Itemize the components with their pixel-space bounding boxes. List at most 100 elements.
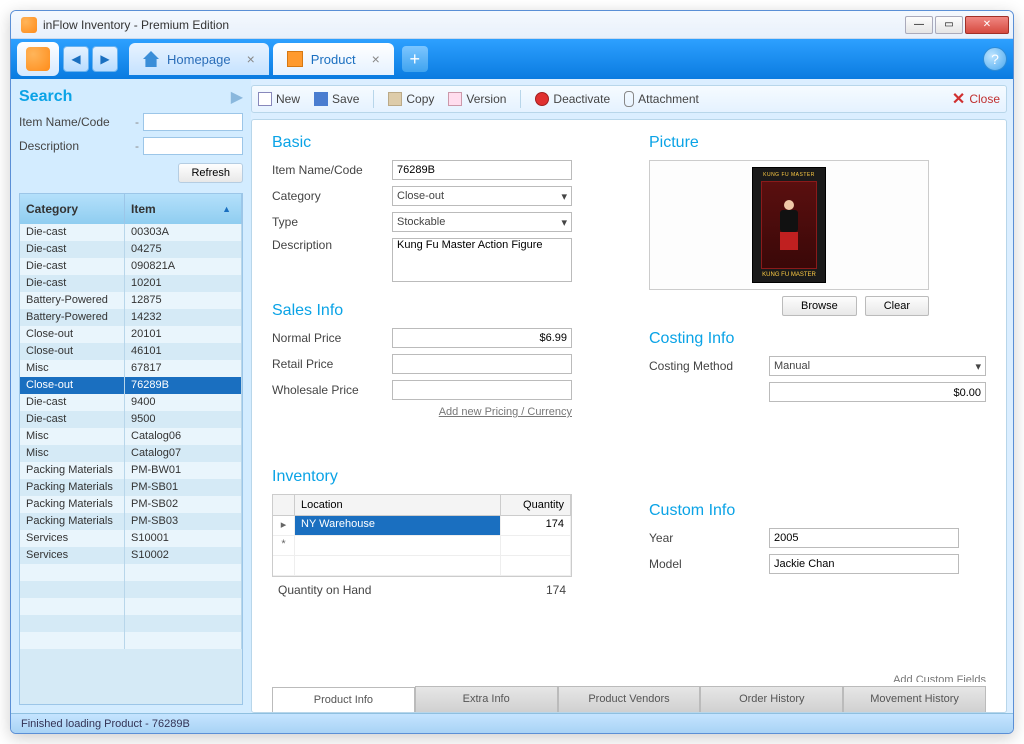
titlebar: inFlow Inventory - Premium Edition — ▭ ✕ bbox=[11, 11, 1013, 39]
new-button[interactable]: New bbox=[258, 92, 300, 106]
add-pricing-link[interactable]: Add new Pricing / Currency bbox=[272, 406, 572, 418]
search-desc-input[interactable] bbox=[143, 137, 243, 155]
close-window-button[interactable]: ✕ bbox=[965, 16, 1009, 34]
basic-title: Basic bbox=[272, 134, 609, 152]
qoh-label: Quantity on Hand bbox=[278, 583, 546, 597]
chevron-down-icon: ▾ bbox=[975, 360, 981, 373]
tab-product[interactable]: Product × bbox=[273, 43, 394, 75]
version-icon bbox=[448, 92, 462, 106]
nav-back-button[interactable]: ◀ bbox=[63, 46, 89, 72]
minimize-button[interactable]: — bbox=[905, 16, 933, 34]
table-row[interactable]: Packing MaterialsPM-SB02 bbox=[20, 496, 242, 513]
costing-title: Costing Info bbox=[649, 330, 986, 348]
attachment-button[interactable]: Attachment bbox=[624, 91, 699, 107]
app-menu-button[interactable] bbox=[17, 42, 59, 76]
table-row[interactable]: Die-cast9500 bbox=[20, 411, 242, 428]
category-select[interactable]: Close-out▾ bbox=[392, 186, 572, 206]
inventory-empty-row bbox=[273, 556, 571, 576]
ribbon: ◀ ▶ Homepage × Product × + ? bbox=[11, 39, 1013, 79]
copy-icon bbox=[388, 92, 402, 106]
col-location[interactable]: Location bbox=[295, 495, 501, 515]
product-icon bbox=[287, 51, 303, 67]
table-row[interactable]: Battery-Powered12875 bbox=[20, 292, 242, 309]
bottom-tab[interactable]: Movement History bbox=[843, 686, 986, 712]
toolbar: New Save Copy Version Deactivate Attachm… bbox=[251, 85, 1007, 113]
bottom-tab[interactable]: Product Info bbox=[272, 687, 415, 713]
normal-price-input[interactable] bbox=[392, 328, 572, 348]
table-row[interactable]: Die-cast10201 bbox=[20, 275, 242, 292]
table-row[interactable]: Die-cast00303A bbox=[20, 224, 242, 241]
inventory-new-row[interactable]: * bbox=[273, 536, 571, 556]
table-row[interactable]: ServicesS10002 bbox=[20, 547, 242, 564]
help-button[interactable]: ? bbox=[983, 47, 1007, 71]
table-row[interactable]: Die-cast04275 bbox=[20, 241, 242, 258]
maximize-button[interactable]: ▭ bbox=[935, 16, 963, 34]
save-button[interactable]: Save bbox=[314, 92, 359, 106]
search-item-label: Item Name/Code bbox=[19, 115, 131, 129]
search-title: Search bbox=[19, 88, 231, 106]
cost-value-input[interactable]: $0.00 bbox=[769, 382, 986, 402]
window-title: inFlow Inventory - Premium Edition bbox=[43, 18, 905, 32]
search-desc-label: Description bbox=[19, 139, 131, 153]
search-item-input[interactable] bbox=[143, 113, 243, 131]
home-icon bbox=[143, 51, 159, 67]
table-row[interactable]: Close-out20101 bbox=[20, 326, 242, 343]
table-row[interactable]: Packing MaterialsPM-BW01 bbox=[20, 462, 242, 479]
picture-title: Picture bbox=[649, 134, 986, 152]
bottom-tab[interactable]: Product Vendors bbox=[558, 686, 701, 712]
table-row[interactable]: MiscCatalog06 bbox=[20, 428, 242, 445]
table-row[interactable]: Packing MaterialsPM-SB03 bbox=[20, 513, 242, 530]
year-input[interactable] bbox=[769, 528, 959, 548]
col-quantity[interactable]: Quantity bbox=[501, 495, 571, 515]
table-row[interactable]: Packing MaterialsPM-SB01 bbox=[20, 479, 242, 496]
add-tab-button[interactable]: + bbox=[402, 46, 428, 72]
table-row[interactable]: ServicesS10001 bbox=[20, 530, 242, 547]
results-grid: Category Item ▲ Die-cast00303ADie-cast04… bbox=[19, 193, 243, 705]
table-row[interactable]: Battery-Powered14232 bbox=[20, 309, 242, 326]
table-row[interactable]: Close-out76289B bbox=[20, 377, 242, 394]
table-row-empty bbox=[20, 615, 242, 632]
col-item[interactable]: Item ▲ bbox=[125, 194, 242, 224]
inventory-row[interactable]: ▸ NY Warehouse 174 bbox=[273, 516, 571, 536]
tab-homepage[interactable]: Homepage × bbox=[129, 43, 269, 75]
costing-method-select[interactable]: Manual▾ bbox=[769, 356, 986, 376]
tab-close-icon[interactable]: × bbox=[372, 51, 380, 67]
qoh-value: 174 bbox=[546, 583, 566, 597]
inventory-title: Inventory bbox=[272, 468, 609, 486]
model-input[interactable] bbox=[769, 554, 959, 574]
chevron-down-icon: ▾ bbox=[561, 190, 567, 203]
nav-forward-button[interactable]: ▶ bbox=[92, 46, 118, 72]
product-picture: KUNG FU MASTER KUNG FU MASTER bbox=[649, 160, 929, 290]
refresh-button[interactable]: Refresh bbox=[178, 163, 243, 183]
close-icon: ✕ bbox=[952, 89, 965, 109]
table-row-empty bbox=[20, 598, 242, 615]
app-icon bbox=[21, 17, 37, 33]
copy-button[interactable]: Copy bbox=[388, 92, 434, 106]
bottom-tab[interactable]: Order History bbox=[700, 686, 843, 712]
retail-price-input[interactable] bbox=[392, 354, 572, 374]
close-button[interactable]: ✕Close bbox=[952, 89, 1000, 109]
item-code-input[interactable] bbox=[392, 160, 572, 180]
deactivate-button[interactable]: Deactivate bbox=[535, 92, 610, 106]
col-category[interactable]: Category bbox=[20, 194, 125, 224]
version-button[interactable]: Version bbox=[448, 92, 506, 106]
browse-button[interactable]: Browse bbox=[782, 296, 857, 316]
sales-title: Sales Info bbox=[272, 302, 609, 320]
new-icon bbox=[258, 92, 272, 106]
tab-close-icon[interactable]: × bbox=[247, 51, 255, 67]
clear-button[interactable]: Clear bbox=[865, 296, 929, 316]
table-row[interactable]: Misc67817 bbox=[20, 360, 242, 377]
table-row[interactable]: Die-cast9400 bbox=[20, 394, 242, 411]
wholesale-price-input[interactable] bbox=[392, 380, 572, 400]
collapse-icon[interactable]: ▶ bbox=[231, 87, 243, 107]
add-custom-fields-link[interactable]: Add Custom Fields bbox=[649, 674, 986, 682]
table-row-empty bbox=[20, 632, 242, 649]
table-row[interactable]: Die-cast090821A bbox=[20, 258, 242, 275]
table-row[interactable]: Close-out46101 bbox=[20, 343, 242, 360]
type-select[interactable]: Stockable▾ bbox=[392, 212, 572, 232]
bottom-tab[interactable]: Extra Info bbox=[415, 686, 558, 712]
attachment-icon bbox=[624, 91, 634, 107]
inventory-grid: Location Quantity ▸ NY Warehouse 174 * bbox=[272, 494, 572, 577]
table-row[interactable]: MiscCatalog07 bbox=[20, 445, 242, 462]
description-input[interactable] bbox=[392, 238, 572, 282]
